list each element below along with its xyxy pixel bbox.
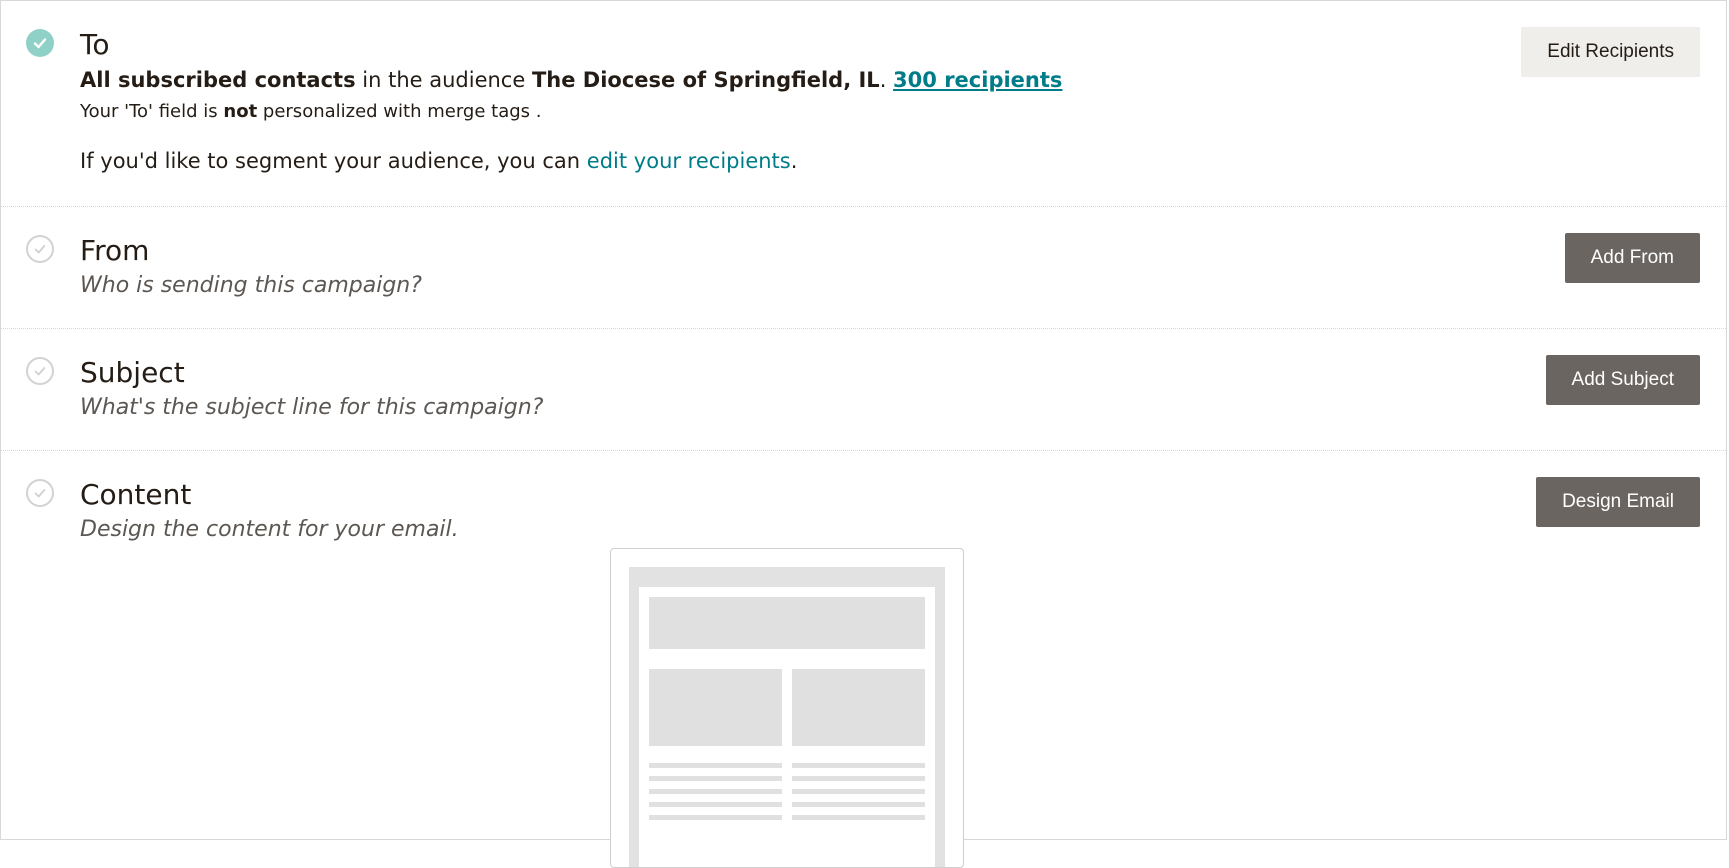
section-subject-body: Subject What's the subject line for this…: [80, 355, 1426, 423]
merge-tag-suffix: personalized with merge tags .: [257, 101, 542, 122]
preview-image-block-left: [649, 669, 782, 746]
section-from: From Who is sending this campaign? Add F…: [1, 207, 1726, 329]
segment-prefix: If you'd like to segment your audience, …: [80, 149, 587, 173]
section-subject: Subject What's the subject line for this…: [1, 329, 1726, 451]
section-to: To All subscribed contacts in the audien…: [1, 1, 1726, 207]
preview-text-line: [792, 776, 925, 781]
design-email-button[interactable]: Design Email: [1536, 477, 1700, 527]
section-from-body: From Who is sending this campaign?: [80, 233, 1426, 301]
preview-page: [639, 587, 935, 867]
preview-text-line: [792, 763, 925, 768]
preview-text-line: [649, 763, 782, 768]
segment-hint: If you'd like to segment your audience, …: [80, 146, 1426, 176]
merge-tag-note: Your 'To' field is not personalized with…: [80, 98, 1426, 126]
edit-recipients-link[interactable]: edit your recipients: [587, 149, 791, 173]
merge-tag-prefix: Your 'To' field is: [80, 101, 224, 122]
email-template-preview[interactable]: [610, 548, 964, 868]
campaign-checklist: To All subscribed contacts in the audien…: [0, 0, 1727, 868]
merge-tag-not: not: [223, 101, 258, 122]
recipients-count-link[interactable]: 300 recipients: [893, 68, 1062, 92]
section-content-body: Content Design the content for your emai…: [80, 477, 1426, 545]
preview-text-line: [649, 776, 782, 781]
preview-frame: [629, 567, 945, 867]
section-subtitle: Design the content for your email.: [80, 517, 459, 542]
check-circle-outline-icon: [26, 479, 54, 507]
section-to-body: To All subscribed contacts in the audien…: [80, 27, 1426, 176]
segment-suffix: .: [790, 149, 798, 173]
section-title: To: [80, 28, 110, 61]
section-title: Content: [80, 478, 192, 511]
add-subject-button[interactable]: Add Subject: [1545, 355, 1700, 405]
check-circle-filled-icon: [26, 29, 54, 57]
preview-text-line: [792, 815, 925, 820]
preview-text-line: [792, 789, 925, 794]
preview-text-line: [649, 802, 782, 807]
audience-middle-text: in the audience: [355, 68, 532, 92]
preview-text-line: [649, 815, 782, 820]
add-from-button[interactable]: Add From: [1564, 233, 1700, 283]
check-circle-outline-icon: [26, 235, 54, 263]
contacts-label: All subscribed contacts: [80, 68, 356, 92]
section-content: Content Design the content for your emai…: [1, 451, 1726, 868]
section-subtitle: What's the subject line for this campaig…: [80, 395, 544, 420]
preview-text-line: [649, 789, 782, 794]
edit-recipients-button[interactable]: Edit Recipients: [1521, 27, 1700, 77]
audience-summary: All subscribed contacts in the audience …: [80, 65, 1426, 95]
preview-text-line: [792, 802, 925, 807]
preview-header-block: [649, 597, 925, 649]
section-title: Subject: [80, 356, 185, 389]
section-subtitle: Who is sending this campaign?: [80, 273, 422, 298]
section-title: From: [80, 234, 150, 267]
check-circle-outline-icon: [26, 357, 54, 385]
audience-dot: .: [879, 68, 894, 92]
preview-image-block-right: [792, 669, 925, 746]
audience-name: The Diocese of Springfield, IL: [531, 68, 880, 92]
